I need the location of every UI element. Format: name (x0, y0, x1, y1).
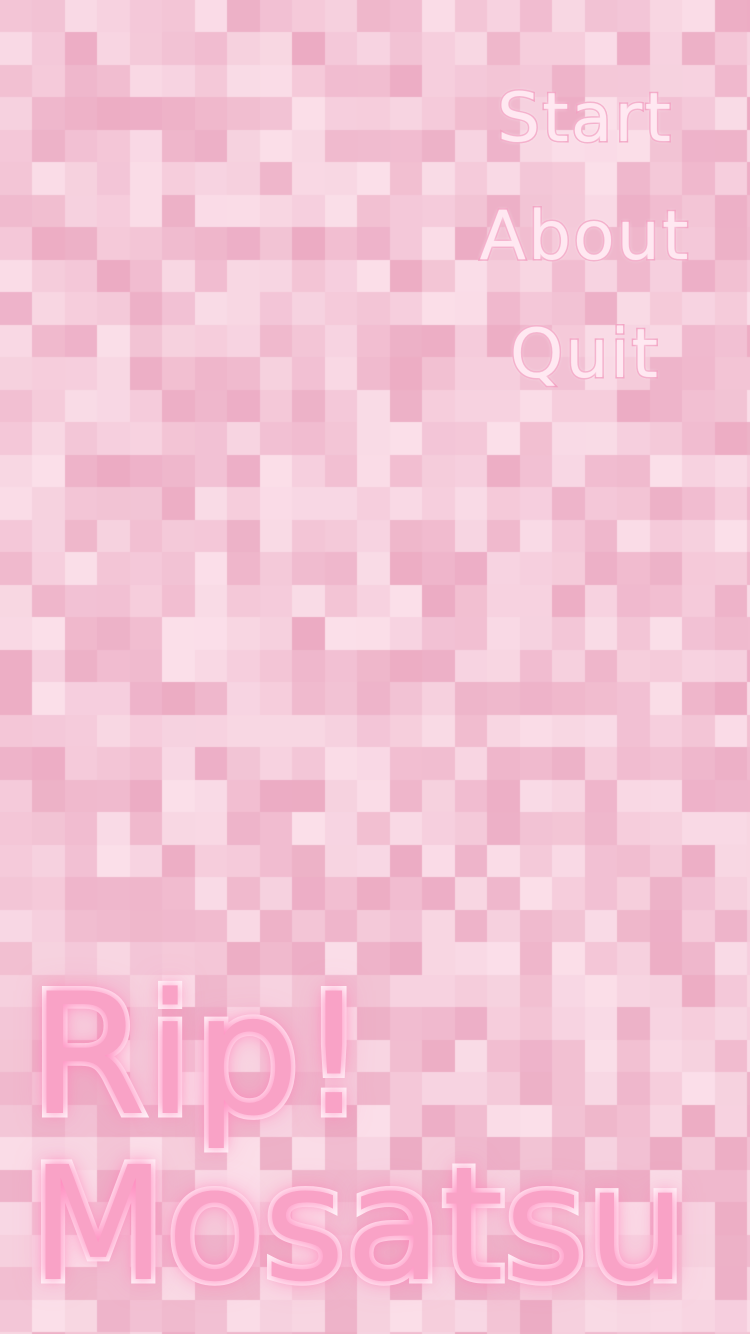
about-button[interactable]: About (478, 178, 690, 296)
game-title-line-2: Mosatsu (26, 1133, 692, 1317)
game-logo: Rip! Mosatsu (26, 957, 730, 1317)
game-title-line-1: Rip! (26, 957, 372, 1153)
quit-button[interactable]: Quit (508, 296, 660, 414)
start-button[interactable]: Start (495, 60, 673, 178)
title-screen: Start About Quit Rip! Mosatsu (0, 0, 750, 1334)
main-menu: Start About Quit (470, 78, 700, 414)
